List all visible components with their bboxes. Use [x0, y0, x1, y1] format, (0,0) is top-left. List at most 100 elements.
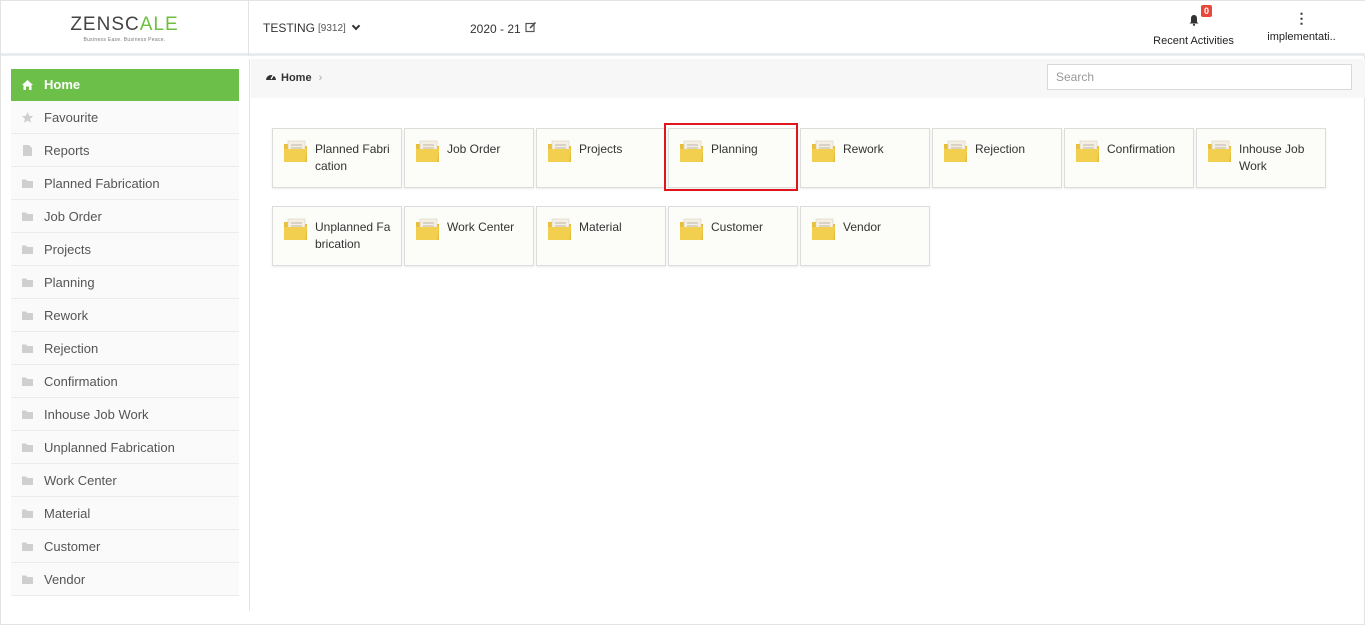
breadcrumb-separator: ›: [318, 72, 323, 84]
module-tile-label: Vendor: [843, 220, 882, 234]
sidebar-item[interactable]: Home: [11, 69, 239, 101]
sidebar-item-label: Home: [44, 77, 81, 92]
star-icon: [21, 111, 34, 124]
folder-icon: [283, 140, 309, 169]
sidebar-item-label: Projects: [44, 241, 91, 257]
folder-icon: [943, 140, 969, 169]
sidebar-item[interactable]: Customer: [11, 530, 239, 563]
more-vertical-icon: ⋮: [1294, 10, 1309, 26]
module-tile-label: Unplanned Fabrication: [315, 220, 391, 251]
sidebar-item[interactable]: Favourite: [11, 101, 239, 134]
module-tile-label: Planned Fabrication: [315, 142, 390, 173]
sidebar-item[interactable]: Reports: [11, 134, 239, 167]
sidebar-item-label: Vendor: [44, 571, 86, 587]
app-window: ZENSCALE Business Ease. Business Peace. …: [0, 0, 1365, 625]
folder-icon: [21, 342, 34, 355]
sidebar: Home Favourite Reports Planned Fabrication J…: [1, 59, 250, 611]
company-selector[interactable]: TESTING [9312]: [263, 21, 361, 35]
sidebar-item[interactable]: Unplanned Fabrication: [11, 431, 239, 464]
module-tile-label: Planning: [711, 142, 758, 156]
module-tile[interactable]: Inhouse Job Work: [1196, 128, 1326, 188]
sidebar-item-label: Customer: [44, 538, 101, 554]
sidebar-item-label: Job Order: [44, 208, 102, 224]
module-tile[interactable]: Rework: [800, 128, 930, 188]
edit-icon: [525, 21, 537, 36]
folder-icon: [21, 210, 34, 223]
company-code: [9312]: [318, 22, 346, 34]
sidebar-item-label: Rework: [44, 307, 89, 323]
recent-activities-label: Recent Activities: [1153, 35, 1234, 47]
module-tile[interactable]: Unplanned Fabrication: [272, 206, 402, 266]
module-tile-label: Work Center: [447, 220, 515, 234]
sidebar-item-label: Unplanned Fabrication: [44, 439, 175, 455]
fiscal-year-selector[interactable]: 2020 - 21: [470, 21, 537, 36]
logo[interactable]: ZENSCALE Business Ease. Business Peace.: [1, 1, 249, 56]
folder-icon: [21, 441, 34, 454]
company-name: TESTING: [263, 21, 316, 35]
folder-icon: [21, 507, 34, 520]
folder-icon: [21, 474, 34, 487]
folder-icon: [547, 140, 573, 169]
module-tile-label: Rejection: [975, 142, 1026, 156]
logo-text: ZENSCALE: [70, 14, 179, 35]
sidebar-item[interactable]: Rework: [11, 299, 239, 332]
folder-icon: [21, 243, 34, 256]
sidebar-item[interactable]: Vendor: [11, 563, 239, 596]
module-tile-label: Rework: [843, 142, 884, 156]
top-bar: ZENSCALE Business Ease. Business Peace. …: [1, 1, 1365, 56]
chevron-down-icon: [351, 21, 361, 31]
breadcrumb[interactable]: Home ›: [265, 71, 322, 85]
sidebar-item[interactable]: Material: [11, 497, 239, 530]
module-tile[interactable]: Job Order: [404, 128, 534, 188]
user-menu[interactable]: ⋮ implementati..: [1259, 7, 1344, 43]
breadcrumb-home[interactable]: Home: [281, 72, 312, 84]
user-label: implementati..: [1267, 31, 1336, 43]
sidebar-item[interactable]: Job Order: [11, 200, 239, 233]
module-tile[interactable]: Confirmation: [1064, 128, 1194, 188]
sidebar-item[interactable]: Confirmation: [11, 365, 239, 398]
module-tile[interactable]: Planning: [668, 128, 798, 188]
home-icon: [21, 78, 34, 91]
module-tile[interactable]: Material: [536, 206, 666, 266]
sidebar-item[interactable]: Rejection: [11, 332, 239, 365]
module-tile[interactable]: Vendor: [800, 206, 930, 266]
folder-icon: [283, 218, 309, 247]
folder-icon: [21, 573, 34, 586]
module-tile[interactable]: Rejection: [932, 128, 1062, 188]
file-icon: [21, 144, 34, 157]
recent-activities-button[interactable]: Recent Activities: [1146, 7, 1241, 47]
sidebar-item[interactable]: Work Center: [11, 464, 239, 497]
sidebar-item[interactable]: Inhouse Job Work: [11, 398, 239, 431]
folder-icon: [21, 276, 34, 289]
module-tile[interactable]: Projects: [536, 128, 666, 188]
sidebar-item-label: Confirmation: [44, 373, 118, 389]
logo-tagline: Business Ease. Business Peace.: [83, 37, 166, 43]
folder-icon: [415, 218, 441, 247]
folder-icon: [21, 375, 34, 388]
sidebar-item-label: Planning: [44, 274, 95, 290]
sidebar-item-label: Rejection: [44, 340, 99, 356]
module-tile-label: Job Order: [447, 142, 501, 156]
folder-icon: [679, 218, 705, 247]
module-tile[interactable]: Customer: [668, 206, 798, 266]
dashboard-icon: [265, 71, 277, 85]
folder-icon: [811, 218, 837, 247]
module-tile-label: Inhouse Job Work: [1239, 142, 1305, 173]
notification-count-badge: 0: [1201, 5, 1213, 17]
sidebar-item[interactable]: Planning: [11, 266, 239, 299]
folder-icon: [21, 540, 34, 553]
sidebar-item-label: Reports: [44, 142, 90, 158]
sidebar-item-label: Favourite: [44, 109, 99, 125]
module-tile[interactable]: Work Center: [404, 206, 534, 266]
bell-icon: [1188, 13, 1200, 26]
folder-icon: [547, 218, 573, 247]
module-tile[interactable]: Planned Fabrication: [272, 128, 402, 188]
fiscal-year-label: 2020 - 21: [470, 21, 521, 36]
sidebar-item[interactable]: Planned Fabrication: [11, 167, 239, 200]
search-input[interactable]: [1047, 64, 1352, 90]
folder-icon: [1207, 140, 1233, 169]
sidebar-item[interactable]: Projects: [11, 233, 239, 266]
sidebar-item-label: Work Center: [44, 472, 117, 488]
folder-icon: [21, 408, 34, 421]
module-tile-label: Projects: [579, 142, 623, 156]
